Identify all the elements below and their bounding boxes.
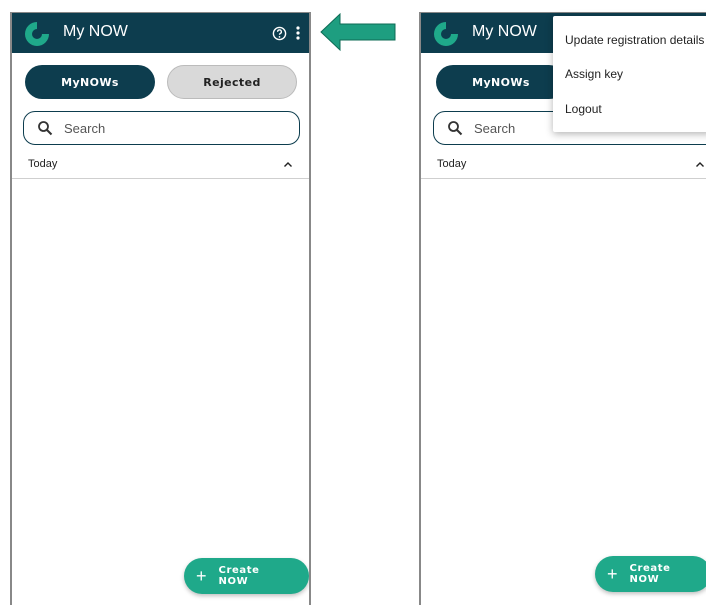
more-vert-icon[interactable] [294, 25, 302, 41]
section-label: Today [28, 158, 58, 170]
tab-rejected[interactable]: Rejected [167, 65, 297, 99]
create-now-label: Create NOW [629, 563, 671, 585]
menu-item-logout[interactable]: Logout [565, 102, 602, 116]
tab-mynows[interactable]: MyNOWs [25, 65, 155, 99]
plus-icon: + [196, 566, 207, 586]
phone-screen-left: My NOW MyNOWs Rejected Today + Create NO… [10, 12, 311, 605]
app-bar: My NOW [12, 13, 309, 53]
logo-icon [434, 22, 458, 46]
section-header-today[interactable]: Today [421, 158, 706, 179]
chevron-up-icon[interactable] [695, 161, 705, 168]
arrow-left-icon [320, 12, 396, 52]
create-now-button[interactable]: + Create NOW [595, 556, 706, 592]
app-title: My NOW [63, 23, 128, 40]
search-icon [448, 121, 463, 136]
plus-icon: + [607, 564, 618, 584]
help-icon[interactable] [272, 26, 287, 41]
create-now-label: Create NOW [218, 565, 260, 587]
logo-icon [25, 22, 49, 46]
create-now-button[interactable]: + Create NOW [184, 558, 309, 594]
section-header-today[interactable]: Today [12, 158, 309, 179]
tab-mynows[interactable]: MyNOWs [436, 65, 566, 99]
search-field[interactable] [23, 111, 300, 145]
chevron-up-icon[interactable] [283, 161, 293, 168]
app-title: My NOW [472, 23, 537, 40]
search-icon [38, 121, 53, 136]
overflow-menu: Update registration details Assign key L… [553, 16, 706, 132]
menu-item-assign-key[interactable]: Assign key [565, 67, 623, 81]
search-input[interactable] [64, 118, 244, 138]
menu-item-update-registration[interactable]: Update registration details [565, 33, 704, 47]
section-label: Today [437, 158, 467, 170]
